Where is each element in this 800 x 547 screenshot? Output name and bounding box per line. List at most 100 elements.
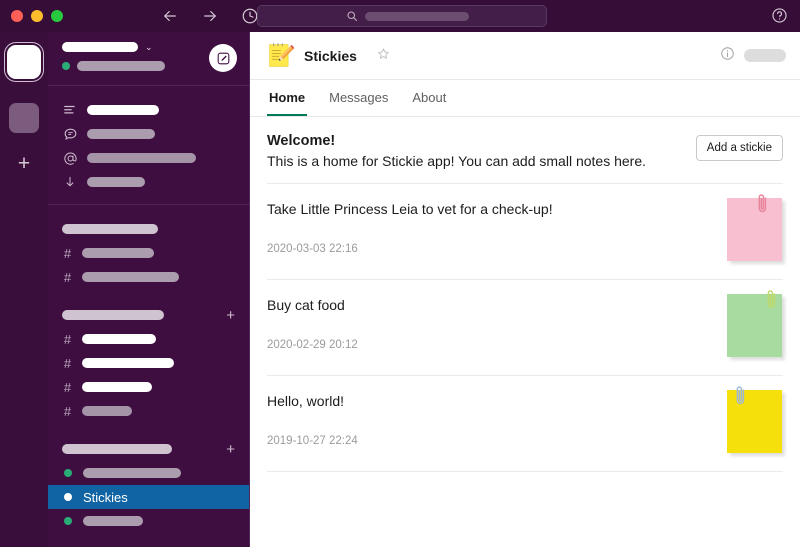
channel-sidebar: ⌄ # # + # # # # + Stickies	[48, 32, 250, 547]
channel-list-item[interactable]: #	[48, 375, 249, 399]
sidebar-item-label-redacted	[87, 153, 196, 163]
compose-icon[interactable]	[209, 44, 237, 72]
stickie-row[interactable]: Take Little Princess Leia to vet for a c…	[267, 184, 783, 280]
channel-group-title-redacted	[62, 310, 164, 320]
close-window-button[interactable]	[11, 10, 23, 22]
stickie-text: Take Little Princess Leia to vet for a c…	[267, 201, 553, 217]
channel-name-redacted	[82, 334, 156, 344]
dm-list-item[interactable]	[48, 509, 249, 533]
channel-name-redacted	[82, 358, 174, 368]
arrow-right-icon[interactable]	[201, 7, 219, 25]
dm-group-header[interactable]: +	[48, 437, 249, 461]
welcome-block: Welcome! This is a home for Stickie app!…	[267, 117, 783, 184]
workspace-rail: +	[0, 32, 48, 547]
stickie-timestamp: 2020-02-29 20:12	[267, 339, 358, 351]
welcome-title: Welcome!	[267, 133, 336, 149]
stickie-list: Take Little Princess Leia to vet for a c…	[250, 184, 800, 472]
dm-name-redacted	[83, 468, 181, 478]
info-circle-icon[interactable]	[720, 46, 735, 66]
maximize-window-button[interactable]	[51, 10, 63, 22]
workspace-header[interactable]: ⌄	[48, 32, 249, 86]
channel-name-redacted	[82, 406, 132, 416]
channel-list-item[interactable]: #	[48, 241, 249, 265]
welcome-text-group: Welcome! This is a home for Stickie app!…	[267, 133, 696, 169]
sidebar-item-label: Stickies	[83, 489, 128, 505]
tab-home[interactable]: Home	[267, 80, 308, 116]
hash-icon: #	[63, 245, 72, 261]
member-count-redacted	[744, 49, 786, 62]
hash-icon: #	[63, 403, 72, 419]
search-input[interactable]	[257, 5, 547, 27]
workspace-switcher-active[interactable]	[7, 45, 41, 79]
stickie-note-image	[727, 386, 782, 453]
star-icon[interactable]	[377, 47, 390, 65]
window-controls	[0, 10, 63, 22]
sidebar-item-label-redacted	[87, 177, 145, 187]
slack-window: + ⌄ # # + # # # # + Stickies Stickies Ho…	[0, 0, 800, 547]
add-workspace-button[interactable]: +	[11, 150, 37, 176]
presence-dot-icon	[64, 517, 72, 525]
channel-group-header[interactable]	[48, 217, 249, 241]
dm-name-redacted	[83, 516, 143, 526]
saved-icon	[62, 174, 78, 190]
add-channel-button[interactable]: +	[226, 308, 235, 323]
channel-list-item[interactable]: #	[48, 327, 249, 351]
hash-icon: #	[63, 269, 72, 285]
stickie-row[interactable]: Buy cat food 2020-02-29 20:12	[267, 280, 783, 376]
dm-list-item[interactable]	[48, 461, 249, 485]
stickie-timestamp: 2020-03-03 22:16	[267, 243, 358, 255]
channel-group: # #	[48, 205, 249, 289]
search-icon	[346, 10, 358, 22]
stickie-timestamp: 2019-10-27 22:24	[267, 435, 358, 447]
channel-group-header[interactable]: +	[48, 303, 249, 327]
app-tabs: Home Messages About	[250, 80, 800, 117]
workspace-switcher-other[interactable]	[9, 103, 39, 133]
add-dm-button[interactable]: +	[226, 442, 235, 457]
minimize-window-button[interactable]	[31, 10, 43, 22]
tab-about[interactable]: About	[410, 80, 448, 116]
stickie-text: Hello, world!	[267, 393, 345, 409]
welcome-description: This is a home for Stickie app! You can …	[267, 153, 646, 169]
stickie-text-group: Buy cat food 2020-02-29 20:12	[267, 294, 727, 351]
channel-list-item[interactable]: #	[48, 351, 249, 375]
add-stickie-button[interactable]: Add a stickie	[695, 135, 783, 161]
arrow-left-icon[interactable]	[161, 7, 179, 25]
workspace-body: + ⌄ # # + # # # # + Stickies Stickies Ho…	[0, 32, 800, 547]
memo-pencil-icon	[267, 42, 295, 69]
workspace-name-redacted	[62, 42, 138, 52]
user-name-redacted	[77, 61, 165, 71]
app-header-right	[720, 46, 786, 66]
hash-icon: #	[63, 331, 72, 347]
hash-icon: #	[63, 379, 72, 395]
channel-list-item[interactable]: #	[48, 399, 249, 423]
paperclip-icon	[766, 288, 778, 310]
app-header: Stickies	[250, 32, 800, 80]
tab-messages[interactable]: Messages	[327, 80, 390, 116]
stickie-note-image	[727, 194, 782, 261]
presence-dot-icon	[62, 62, 70, 70]
sidebar-item-label-redacted	[87, 105, 159, 115]
main-panel: Stickies Home Messages About Welcome! Th…	[250, 32, 800, 547]
stickie-paper	[727, 198, 782, 261]
stickie-text-group: Hello, world! 2019-10-27 22:24	[267, 390, 727, 447]
mentions-icon	[62, 150, 78, 166]
stickie-row[interactable]: Hello, world! 2019-10-27 22:24	[267, 376, 783, 472]
sidebar-item-threads[interactable]	[48, 98, 249, 122]
sidebar-item-dms[interactable]	[48, 122, 249, 146]
sidebar-item-stickies[interactable]: Stickies	[48, 485, 249, 509]
presence-dot-icon	[64, 469, 72, 477]
dms-icon	[62, 126, 78, 142]
chevron-down-icon: ⌄	[145, 41, 153, 52]
page-title: Stickies	[304, 47, 357, 64]
sidebar-item-mentions[interactable]	[48, 146, 249, 170]
stickie-note-image	[727, 290, 782, 357]
home-tab-content: Welcome! This is a home for Stickie app!…	[250, 117, 800, 547]
channel-name-redacted	[82, 272, 179, 282]
presence-dot-icon	[64, 493, 72, 501]
help-circle-icon[interactable]	[771, 7, 788, 24]
channel-name-redacted	[82, 248, 154, 258]
channel-group-title-redacted	[62, 224, 158, 234]
dm-group: + Stickies	[48, 423, 249, 533]
sidebar-item-saved[interactable]	[48, 170, 249, 194]
channel-list-item[interactable]: #	[48, 265, 249, 289]
